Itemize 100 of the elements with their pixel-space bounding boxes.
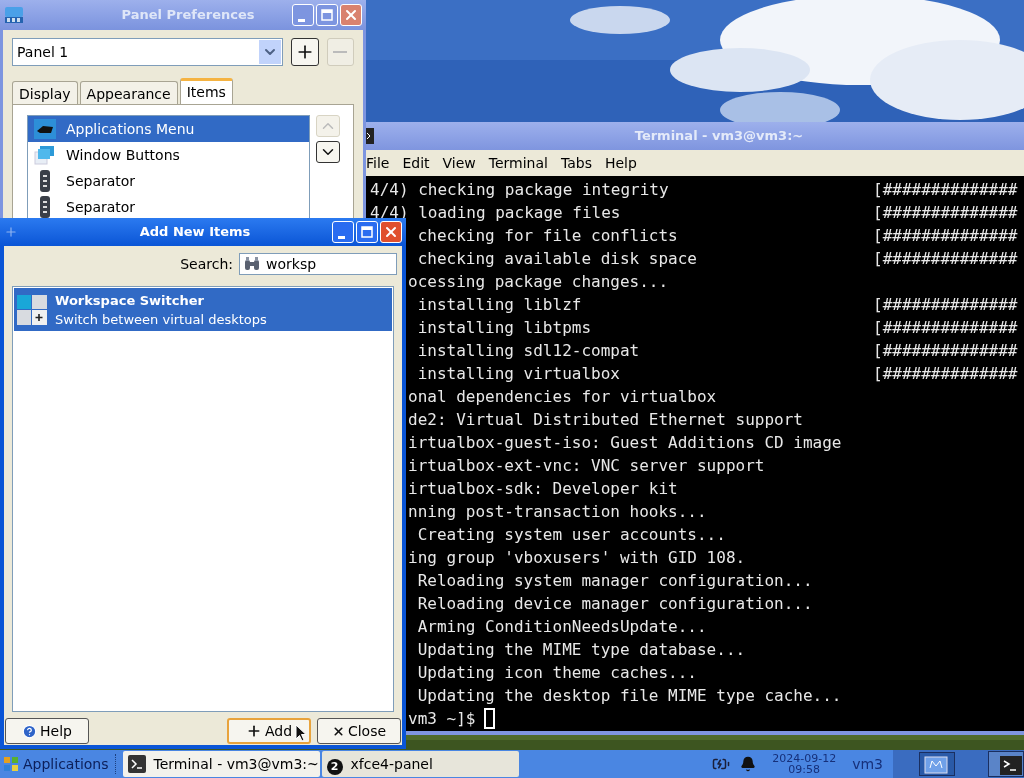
task-button[interactable]: Terminal - vm3@vm3:~ xyxy=(122,751,320,777)
output-line: 4/4) loading package files xyxy=(370,203,621,222)
windows-icon xyxy=(34,145,56,165)
item-label: Separator xyxy=(66,197,136,217)
output-line: irtualbox-sdk: Developer kit xyxy=(408,479,678,498)
terminal-thumbnail-icon xyxy=(988,751,1024,777)
mouse-pointer-icon xyxy=(295,724,307,742)
output-line: Arming ConditionNeedsUpdate... xyxy=(416,617,707,636)
terminal-icon xyxy=(366,128,374,144)
help-icon xyxy=(22,723,38,739)
item-description: Switch between virtual desktops xyxy=(55,310,267,329)
progress-bar-text: [############## xyxy=(873,294,1018,316)
progress-bar-text: [############## xyxy=(873,225,1018,247)
window-title: Add New Items xyxy=(139,223,251,242)
shell-prompt: vm3 ~]$ xyxy=(408,708,476,730)
output-line: nning post-transaction hooks... xyxy=(408,502,707,521)
user-name: vm3 xyxy=(852,754,883,774)
progress-bar-text: [############## xyxy=(873,340,1018,362)
add-button[interactable]: Add xyxy=(227,718,311,744)
minus-icon xyxy=(333,51,348,53)
list-item[interactable]: Separator xyxy=(28,194,309,220)
applications-menu-button[interactable]: Applications xyxy=(3,753,113,775)
list-item[interactable]: Separator xyxy=(28,168,309,194)
output-line: installing liblzf xyxy=(416,295,582,314)
progress-bar-text: [############## xyxy=(873,248,1018,270)
search-label: Search: xyxy=(180,254,233,274)
menu-item[interactable]: Edit xyxy=(402,152,430,174)
clock-date: 2024-09-12 xyxy=(772,753,837,764)
output-line: 4/4) checking package integrity xyxy=(370,180,669,199)
terminal-icon xyxy=(127,755,146,773)
move-down-button[interactable] xyxy=(316,141,340,163)
panel-icon xyxy=(4,6,24,24)
maximize-icon xyxy=(321,9,333,21)
output-line: ocessing package changes... xyxy=(408,272,669,291)
output-line: Updating the MIME type database... xyxy=(416,640,746,659)
close-button[interactable] xyxy=(340,4,362,26)
output-line: Reloading system manager configuration... xyxy=(416,571,813,590)
list-item[interactable]: Window Buttons xyxy=(28,142,309,168)
binoculars-icon xyxy=(244,257,260,271)
window-title: Panel Preferences xyxy=(121,6,255,25)
progress-bar-text: [############## xyxy=(873,202,1018,224)
tab[interactable]: Appearance xyxy=(79,81,178,104)
workspace-icon xyxy=(17,294,47,325)
menu-item[interactable]: Help xyxy=(604,152,637,174)
minimize-button[interactable] xyxy=(332,221,354,243)
output-line: ing group 'vboxusers' with GID 108. xyxy=(408,548,746,567)
output-line: installing libtpms xyxy=(416,318,592,337)
close-button[interactable] xyxy=(380,221,402,243)
output-line: Creating system user accounts... xyxy=(416,525,726,544)
text-cursor xyxy=(484,708,496,729)
minimize-button[interactable] xyxy=(292,4,314,26)
output-line: Updating icon theme caches... xyxy=(416,663,697,682)
count-badge: 2 xyxy=(326,759,343,775)
item-label: Separator xyxy=(66,171,136,191)
task-button[interactable]: 2 xfce4-panel xyxy=(321,751,519,777)
item-label: Applications Menu xyxy=(66,119,195,139)
window-title: Terminal - vm3@vm3:~ xyxy=(634,127,804,146)
close-icon xyxy=(383,224,399,240)
help-button[interactable]: Help xyxy=(5,718,89,744)
separator-icon xyxy=(39,170,51,192)
progress-bar-text: [############## xyxy=(873,363,1018,385)
separator-icon xyxy=(39,196,51,218)
maximize-button[interactable] xyxy=(356,221,378,243)
search-field[interactable]: worksp xyxy=(239,253,397,275)
close-icon xyxy=(331,724,345,738)
output-line: de2: Virtual Distributed Ethernet support xyxy=(408,410,803,429)
bell-icon xyxy=(740,756,757,772)
tab[interactable]: Items xyxy=(179,78,233,104)
output-line: installing virtualbox xyxy=(416,364,620,383)
output-line: checking available disk space xyxy=(416,249,697,268)
window-thumbnail-icon xyxy=(919,752,955,776)
item-name: Workspace Switcher xyxy=(55,291,205,310)
result-item[interactable]: Workspace Switcher Switch between virtual desktops xyxy=(14,288,392,331)
menu-item[interactable]: View xyxy=(442,152,476,174)
maximize-button[interactable] xyxy=(316,4,338,26)
progress-bar-text: [############## xyxy=(873,179,1018,201)
list-item[interactable]: Applications Menu xyxy=(28,116,309,142)
clock-time: 09:58 xyxy=(788,764,821,775)
workspace-pager[interactable] xyxy=(893,750,1024,778)
menu-item[interactable]: Tabs xyxy=(560,152,592,174)
output-line: irtualbox-guest-iso: Guest Additions CD image xyxy=(408,433,842,452)
output-line: Updating the desktop file MIME type cache... xyxy=(416,686,842,705)
menu-item[interactable]: Terminal xyxy=(488,152,548,174)
add-panel-button[interactable] xyxy=(291,38,319,66)
close-icon xyxy=(343,7,359,23)
output-line: checking for file conflicts xyxy=(416,226,678,245)
tab[interactable]: Display xyxy=(12,81,78,104)
output-line: installing sdl12-compat xyxy=(416,341,640,360)
output-line: onal dependencies for virtualbox xyxy=(408,387,717,406)
maximize-icon xyxy=(361,226,373,238)
progress-bar-text: [############## xyxy=(873,317,1018,339)
close-button[interactable]: Close xyxy=(317,718,401,744)
menu-item[interactable]: File xyxy=(366,152,390,174)
output-line: Reloading device manager configuration... xyxy=(416,594,813,613)
output-line: irtualbox-ext-vnc: VNC server support xyxy=(408,456,765,475)
task-label: Terminal - vm3@vm3:~ xyxy=(153,754,319,774)
minimize-icon xyxy=(338,235,345,239)
panel-select[interactable]: Panel 1 xyxy=(12,38,284,66)
minimize-icon xyxy=(298,18,305,22)
item-label: Window Buttons xyxy=(66,145,180,165)
